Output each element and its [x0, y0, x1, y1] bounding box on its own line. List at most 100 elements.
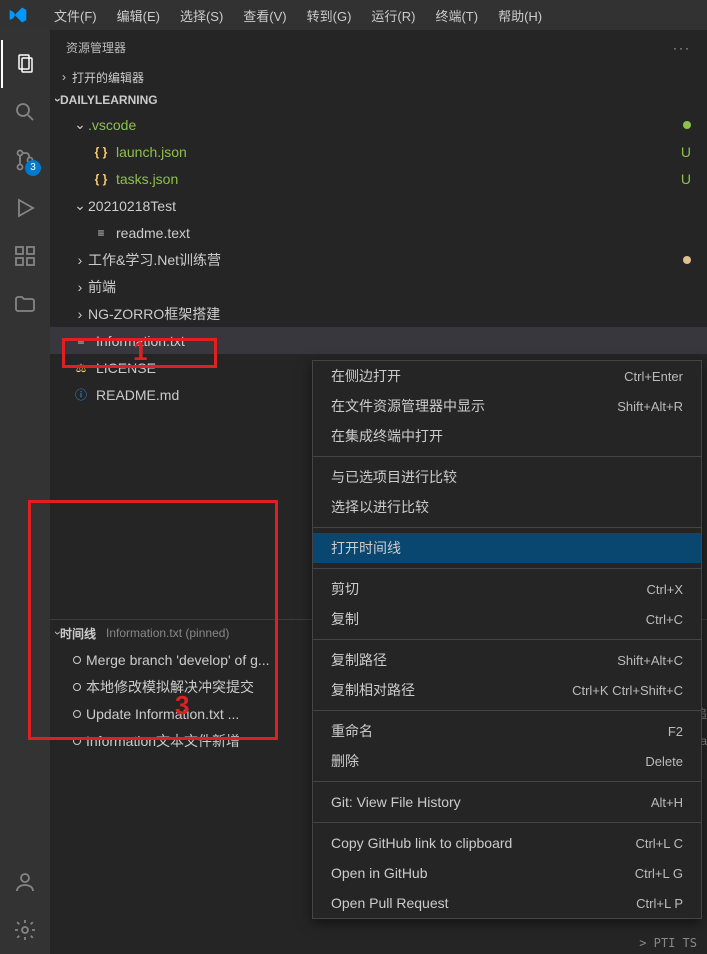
folder-name: NG-ZORRO框架搭建	[88, 304, 220, 324]
file-row[interactable]: ≡Information.txt	[50, 327, 707, 354]
more-icon[interactable]: ···	[673, 41, 691, 55]
menu-item[interactable]: 帮助(H)	[488, 9, 552, 24]
commit-dot-icon	[68, 737, 86, 745]
sidebar-title: 资源管理器	[66, 39, 126, 56]
context-menu-label: 与已选项目进行比较	[331, 467, 457, 487]
context-menu-item[interactable]: 复制Ctrl+C	[313, 604, 701, 634]
file-row[interactable]: { } launch.json U	[50, 138, 707, 165]
menu-item[interactable]: 查看(V)	[233, 9, 296, 24]
context-menu-item[interactable]: 在集成终端中打开	[313, 421, 701, 451]
run-debug-icon[interactable]	[1, 184, 49, 232]
menu-item[interactable]: 选择(S)	[170, 9, 233, 24]
menu-item[interactable]: 运行(R)	[361, 9, 425, 24]
chevron-right-icon: ›	[56, 70, 72, 84]
file-icon: ⚖	[72, 359, 90, 377]
context-menu-item[interactable]: 在文件资源管理器中显示Shift+Alt+R	[313, 391, 701, 421]
context-menu-separator	[313, 639, 701, 640]
context-menu-item[interactable]: 重命名 F2	[313, 716, 701, 746]
menubar: 文件(F)编辑(E)选择(S)查看(V)转到(G)运行(R)终端(T)帮助(H)	[0, 0, 707, 30]
folder-row[interactable]: ⌄20210218Test	[50, 192, 707, 219]
folder-icon[interactable]	[1, 280, 49, 328]
context-menu-label: 选择以进行比较	[331, 497, 429, 517]
context-menu-item[interactable]: Git: View File HistoryAlt+H	[313, 787, 701, 817]
context-menu-item[interactable]: 在侧边打开Ctrl+Enter	[313, 361, 701, 391]
statusbar-hint: > PTI TS	[639, 936, 697, 950]
context-menu: 在侧边打开Ctrl+Enter在文件资源管理器中显示Shift+Alt+R在集成…	[312, 360, 702, 919]
folder-row[interactable]: ›工作&学习.Net训练营	[50, 246, 707, 273]
chevron-right-icon: ›	[72, 252, 88, 268]
search-icon[interactable]	[1, 88, 49, 136]
context-menu-label: 复制路径	[331, 650, 387, 670]
context-menu-item[interactable]: 与已选项目进行比较	[313, 462, 701, 492]
explorer-icon[interactable]	[1, 40, 49, 88]
context-menu-item[interactable]: Open Pull RequestCtrl+L P	[313, 888, 701, 918]
context-menu-shortcut: Ctrl+X	[647, 582, 683, 597]
extensions-icon[interactable]	[1, 232, 49, 280]
folder-row[interactable]: ⌄.vscode	[50, 111, 707, 138]
context-menu-label: 重命名	[331, 721, 373, 741]
menu-item[interactable]: 编辑(E)	[107, 9, 170, 24]
file-name: LICENSE	[96, 360, 156, 376]
chevron-down-icon: ⌄	[72, 197, 88, 214]
git-status-untracked: U	[681, 144, 691, 160]
menu-item[interactable]: 文件(F)	[44, 9, 107, 24]
context-menu-item[interactable]: 复制路径 Shift+Alt+C	[313, 645, 701, 675]
file-row[interactable]: { }tasks.jsonU	[50, 165, 707, 192]
context-menu-separator	[313, 710, 701, 711]
file-row[interactable]: ≡ readme.text	[50, 219, 707, 246]
context-menu-label: 复制相对路径	[331, 680, 415, 700]
context-menu-label: Git: View File History	[331, 794, 461, 810]
source-control-icon[interactable]: 3	[1, 136, 49, 184]
context-menu-shortcut: Ctrl+L G	[635, 866, 683, 881]
context-menu-shortcut: Shift+Alt+C	[617, 653, 683, 668]
folder-row[interactable]: ›NG-ZORRO框架搭建	[50, 300, 707, 327]
commit-dot-icon	[68, 710, 86, 718]
context-menu-shortcut: Ctrl+Enter	[624, 369, 683, 384]
context-menu-separator	[313, 822, 701, 823]
git-status-dot	[683, 121, 691, 129]
context-menu-label: 剪切	[331, 579, 359, 599]
file-name: launch.json	[116, 144, 187, 160]
account-icon[interactable]	[1, 858, 49, 906]
file-icon: { }	[92, 170, 110, 188]
context-menu-label: 打开时间线	[331, 538, 401, 558]
context-menu-separator	[313, 456, 701, 457]
context-menu-item[interactable]: Open in GitHub Ctrl+L G	[313, 858, 701, 888]
menu-item[interactable]: 转到(G)	[297, 9, 362, 24]
file-name: README.md	[96, 387, 179, 403]
context-menu-item[interactable]: 删除Delete	[313, 746, 701, 776]
folder-name: 工作&学习.Net训练营	[88, 250, 221, 270]
chevron-down-icon: ›	[51, 98, 65, 102]
menu-item[interactable]: 终端(T)	[425, 9, 488, 24]
context-menu-shortcut: Ctrl+K Ctrl+Shift+C	[572, 683, 683, 698]
project-section[interactable]: › DAILYLEARNING	[50, 89, 707, 111]
context-menu-item[interactable]: 打开时间线	[313, 533, 701, 563]
folder-name: 20210218Test	[88, 198, 176, 214]
git-status-dot	[683, 256, 691, 264]
context-menu-shortcut: F2	[668, 724, 683, 739]
activity-bar: 3	[0, 30, 50, 954]
settings-gear-icon[interactable]	[1, 906, 49, 954]
chevron-down-icon: ⌄	[72, 116, 88, 133]
context-menu-shortcut: Delete	[645, 754, 683, 769]
folder-row[interactable]: ›前端	[50, 273, 707, 300]
context-menu-item[interactable]: 复制相对路径 Ctrl+K Ctrl+Shift+C	[313, 675, 701, 705]
file-icon: ≡	[72, 332, 90, 350]
context-menu-shortcut: Shift+Alt+R	[617, 399, 683, 414]
context-menu-item[interactable]: 选择以进行比较	[313, 492, 701, 522]
context-menu-label: Open in GitHub	[331, 865, 428, 881]
file-name: readme.text	[116, 225, 190, 241]
file-icon: ⓘ	[72, 386, 90, 404]
chevron-down-icon: ›	[51, 631, 65, 635]
folder-name: .vscode	[88, 117, 136, 133]
file-icon: ≡	[92, 224, 110, 242]
context-menu-shortcut: Ctrl+L P	[636, 896, 683, 911]
chevron-right-icon: ›	[72, 279, 88, 295]
context-menu-label: 复制	[331, 609, 359, 629]
file-icon: { }	[92, 143, 110, 161]
open-editors-section[interactable]: › 打开的编辑器	[50, 65, 707, 89]
context-menu-item[interactable]: Copy GitHub link to clipboardCtrl+L C	[313, 828, 701, 858]
context-menu-separator	[313, 568, 701, 569]
file-name: tasks.json	[116, 171, 178, 187]
context-menu-item[interactable]: 剪切 Ctrl+X	[313, 574, 701, 604]
